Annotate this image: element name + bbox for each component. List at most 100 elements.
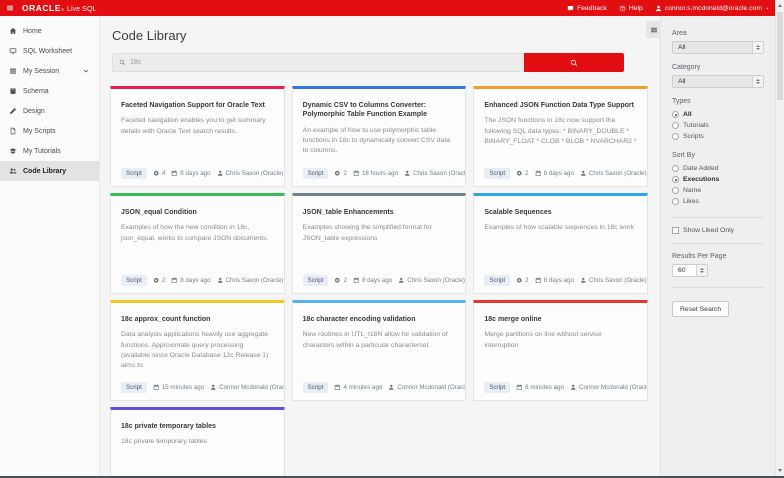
code-card[interactable]: JSON_table Enhancements Examples showing… — [291, 193, 467, 294]
script-type-badge: Script — [484, 275, 511, 286]
author-stat-text: Chris Saxon (Oracle) — [407, 277, 465, 284]
user-menu[interactable]: connor.s.mcdonald@oracle.com — [655, 5, 770, 12]
graduation-cap-icon — [9, 147, 17, 155]
person-icon — [398, 277, 405, 284]
sidebar-item-my-session[interactable]: My Session — [0, 61, 99, 81]
script-type-badge: Script — [302, 275, 329, 286]
divider — [672, 243, 764, 244]
posted-date-stat-text: 18 hours ago — [361, 170, 399, 177]
results-per-page-select[interactable]: 60 — [672, 264, 708, 277]
search-icon — [119, 59, 126, 66]
sort-by-option-date-added[interactable]: Date Added — [672, 163, 764, 174]
registered-mark: ® — [61, 8, 64, 12]
reset-search-button[interactable]: Reset Search — [672, 301, 730, 317]
card-title: JSON_table Enhancements — [302, 209, 394, 216]
card-footer: Script 15 minutes ago Connor Mcdonald (Ora… — [121, 376, 284, 393]
radio-label: Date Added — [683, 165, 719, 172]
filters-toggle-button[interactable] — [646, 21, 661, 38]
executions-stat: 4 — [153, 170, 165, 177]
card-description: Faceted navigation enables you to get su… — [121, 117, 266, 135]
code-card[interactable]: 18c approx_count function Data analysis … — [110, 300, 285, 401]
script-type-badge: Script — [302, 168, 329, 179]
show-liked-only-checkbox-row[interactable]: Show Liked Only — [672, 227, 764, 234]
script-type-badge: Script — [121, 168, 147, 179]
person-icon — [580, 170, 587, 177]
sidebar-item-home[interactable]: Home — [0, 21, 99, 41]
area-select[interactable]: All — [672, 41, 764, 54]
pencil-icon — [9, 107, 17, 115]
radio-label: Executions — [683, 176, 720, 183]
scroll-up-icon[interactable] — [776, 0, 784, 11]
card-description: An example of how to use polymorphic tab… — [302, 126, 450, 155]
sort-by-label: Sort By — [672, 152, 695, 159]
card-description: Examples showing the simplified format f… — [302, 224, 432, 242]
card-title: Faceted Navigation Support for Oracle Te… — [121, 102, 265, 109]
posted-date-stat-text: 8 days ago — [361, 277, 393, 284]
code-card[interactable]: 18c private temporary tables 18c private… — [110, 407, 285, 476]
types-option-tutorials[interactable]: Tutorials — [672, 120, 764, 131]
types-radio-group: All Tutorials Scripts — [672, 109, 764, 142]
calendar-icon — [535, 170, 542, 177]
card-footer: Script 2 18 hours ago Chris Saxon (Oracle) — [302, 162, 465, 179]
card-title: JSON_equal Condition — [121, 209, 197, 216]
author-stat-text: Connor Mcdonald (Oracle) — [579, 384, 648, 391]
author-stat: Connor Mcdonald (Oracle) — [210, 384, 284, 391]
category-select[interactable]: All — [672, 75, 764, 88]
help-button[interactable]: Help — [619, 5, 643, 12]
sidebar-item-code-library[interactable]: Code Library — [0, 161, 99, 181]
scroll-down-icon[interactable] — [776, 465, 784, 476]
code-card[interactable]: Enhanced JSON Function Data Type Support… — [473, 86, 648, 187]
executions-stat-text: 2 — [161, 277, 166, 284]
person-icon — [580, 277, 587, 284]
sidebar-item-my-scripts[interactable]: My Scripts — [0, 121, 99, 141]
executions-stat-text: 2 — [343, 277, 347, 284]
question-circle-icon — [619, 5, 626, 12]
nav-menu-icon[interactable] — [6, 4, 14, 12]
types-option-scripts[interactable]: Scripts — [672, 131, 764, 142]
filters-panel: Area All Category All Types All Tutorials… — [646, 16, 784, 476]
sidebar-item-label: Home — [23, 27, 42, 35]
sidebar-item-design[interactable]: Design — [0, 101, 99, 121]
code-card[interactable]: Dynamic CSV to Columns Converter: Polymo… — [291, 86, 467, 187]
feedback-button[interactable]: Feedback — [567, 5, 607, 12]
sort-by-option-executions[interactable]: Executions — [672, 174, 764, 185]
posted-date-stat: 18 hours ago — [353, 170, 398, 177]
author-stat: Chris Saxon (Oracle) — [580, 170, 647, 177]
author-stat: Chris Saxon (Oracle) — [404, 170, 465, 177]
sort-by-option-likes[interactable]: Likes — [672, 196, 764, 207]
types-option-all[interactable]: All — [672, 109, 764, 120]
search-input[interactable] — [130, 59, 517, 66]
vertical-scrollbar[interactable] — [775, 0, 784, 476]
code-card[interactable]: JSON_equal Condition Examples of how the… — [110, 193, 285, 294]
executions-stat-text: 4 — [161, 170, 166, 177]
oracle-live-sql-logo[interactable]: ORACLE ® Live SQL — [22, 3, 97, 13]
code-card[interactable]: 18c character encoding validation New ro… — [291, 300, 467, 401]
search-button[interactable] — [524, 53, 624, 72]
brand-oracle: ORACLE — [22, 3, 61, 13]
code-card[interactable]: Scalable Sequences Examples of how scala… — [473, 193, 648, 294]
card-description: The JSON functions in 18c now support th… — [484, 117, 637, 145]
author-stat: Chris Saxon (Oracle) — [580, 277, 647, 284]
card-description: Examples of how the new condition in 18c… — [121, 224, 269, 242]
sidebar-item-my-tutorials[interactable]: My Tutorials — [0, 141, 99, 161]
card-description: 18c private temporary tables — [121, 438, 207, 446]
code-card[interactable]: 18c merge online Merge partitions on lin… — [473, 300, 648, 401]
executions-stat: 2 — [334, 277, 347, 284]
sidebar-item-sql-worksheet[interactable]: SQL Worksheet — [0, 41, 99, 61]
card-footer: Script 2 8 days ago Chris Saxon (Oracle) — [121, 269, 283, 286]
code-card[interactable]: Faceted Navigation Support for Oracle Te… — [110, 86, 285, 187]
gear-icon — [334, 277, 341, 284]
sort-by-option-name[interactable]: Name — [672, 185, 764, 196]
gear-icon — [516, 277, 523, 284]
search-row — [112, 53, 624, 72]
monitor-icon — [9, 47, 17, 55]
user-email: connor.s.mcdonald@oracle.com — [664, 4, 762, 12]
posted-date-stat: 8 days ago — [535, 277, 574, 284]
card-title: 18c character encoding validation — [302, 316, 416, 323]
scrollbar-thumb[interactable] — [777, 12, 783, 100]
script-type-badge: Script — [484, 382, 511, 393]
person-icon — [217, 170, 224, 177]
sidebar-item-schema[interactable]: Schema — [0, 81, 99, 101]
calendar-icon — [353, 277, 360, 284]
calendar-icon — [516, 384, 523, 391]
